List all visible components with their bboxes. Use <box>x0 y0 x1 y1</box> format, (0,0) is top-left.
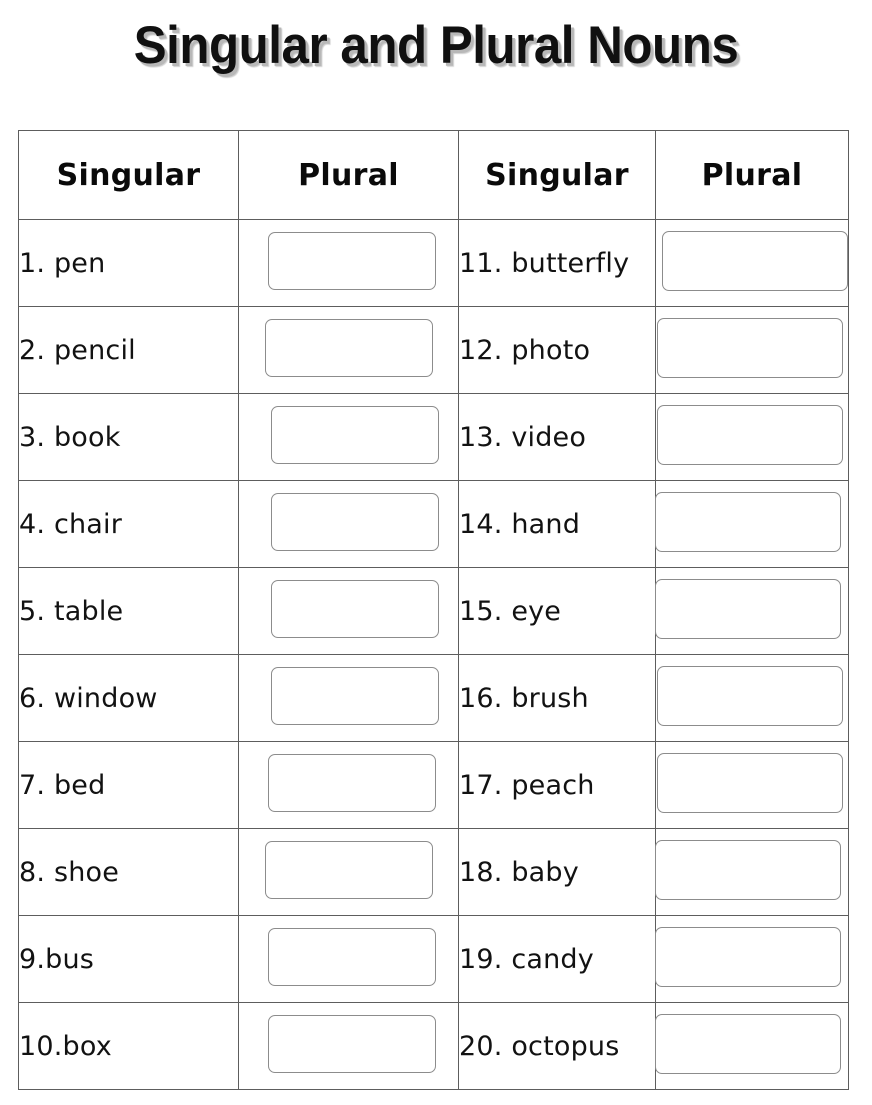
singular-word-9: 9.bus <box>18 915 239 1003</box>
singular-word-17: 17. peach <box>458 741 656 829</box>
singular-word-5: 5. table <box>18 567 239 655</box>
singular-word-16: 16. brush <box>458 654 656 742</box>
plural-answer-cell-11[interactable] <box>655 219 849 307</box>
plural-answer-box-12[interactable] <box>657 318 843 378</box>
plural-answer-cell-12[interactable] <box>655 306 849 394</box>
plural-answer-box-8[interactable] <box>264 841 433 899</box>
plural-answer-cell-2[interactable] <box>238 306 459 394</box>
table-row: 3. book 13. video <box>18 393 849 481</box>
plural-answer-cell-5[interactable] <box>238 567 459 655</box>
table-row: 8. shoe 18. baby <box>18 828 849 916</box>
singular-word-7: 7. bed <box>18 741 239 829</box>
plural-answer-cell-3[interactable] <box>238 393 459 481</box>
plural-answer-box-4[interactable] <box>270 493 439 551</box>
singular-word-6: 6. window <box>18 654 239 742</box>
column-header-plural-1: Plural <box>238 130 459 220</box>
plural-answer-box-18[interactable] <box>655 840 841 900</box>
plural-answer-box-9[interactable] <box>267 928 436 986</box>
singular-word-19: 19. candy <box>458 915 656 1003</box>
plural-answer-cell-14[interactable] <box>655 480 849 568</box>
plural-answer-box-10[interactable] <box>267 1015 436 1073</box>
table-row: 6. window 16. brush <box>18 654 849 742</box>
singular-word-20: 20. octopus <box>458 1002 656 1090</box>
column-header-plural-2: Plural <box>655 130 849 220</box>
plural-answer-cell-1[interactable] <box>238 219 459 307</box>
singular-word-11: 11. butterfly <box>458 219 656 307</box>
plural-answer-box-15[interactable] <box>655 579 841 639</box>
singular-word-14: 14. hand <box>458 480 656 568</box>
plural-answer-box-1[interactable] <box>267 232 436 290</box>
plural-answer-cell-15[interactable] <box>655 567 849 655</box>
plural-answer-box-11[interactable] <box>662 231 848 291</box>
plural-answer-cell-10[interactable] <box>238 1002 459 1090</box>
plural-answer-box-19[interactable] <box>655 927 841 987</box>
plural-answer-box-7[interactable] <box>267 754 436 812</box>
singular-word-3: 3. book <box>18 393 239 481</box>
plural-answer-box-17[interactable] <box>657 753 843 813</box>
plural-answer-cell-9[interactable] <box>238 915 459 1003</box>
singular-plural-table: Singular Plural Singular Plural 1. pen 1… <box>18 130 849 1090</box>
plural-answer-cell-17[interactable] <box>655 741 849 829</box>
singular-word-12: 12. photo <box>458 306 656 394</box>
plural-answer-box-13[interactable] <box>657 405 843 465</box>
plural-answer-box-2[interactable] <box>264 319 433 377</box>
singular-word-8: 8. shoe <box>18 828 239 916</box>
column-header-singular-1: Singular <box>18 130 239 220</box>
table-row: 7. bed 17. peach <box>18 741 849 829</box>
table-body: 1. pen 11. butterfly 2. pencil 12. photo… <box>18 219 849 1090</box>
plural-answer-cell-8[interactable] <box>238 828 459 916</box>
table-row: 1. pen 11. butterfly <box>18 219 849 307</box>
plural-answer-cell-19[interactable] <box>655 915 849 1003</box>
singular-word-4: 4. chair <box>18 480 239 568</box>
page-title: Singular and Plural Nouns <box>133 16 739 75</box>
plural-answer-cell-16[interactable] <box>655 654 849 742</box>
table-row: 2. pencil 12. photo <box>18 306 849 394</box>
singular-word-1: 1. pen <box>18 219 239 307</box>
plural-answer-box-14[interactable] <box>655 492 841 552</box>
table-header-row: Singular Plural Singular Plural <box>18 130 849 220</box>
plural-answer-box-6[interactable] <box>270 667 439 725</box>
table-row: 5. table 15. eye <box>18 567 849 655</box>
plural-answer-box-5[interactable] <box>270 580 439 638</box>
plural-answer-cell-18[interactable] <box>655 828 849 916</box>
plural-answer-cell-6[interactable] <box>238 654 459 742</box>
plural-answer-box-20[interactable] <box>655 1014 841 1074</box>
table-row: 9.bus 19. candy <box>18 915 849 1003</box>
plural-answer-cell-4[interactable] <box>238 480 459 568</box>
plural-answer-cell-7[interactable] <box>238 741 459 829</box>
plural-answer-cell-20[interactable] <box>655 1002 849 1090</box>
plural-answer-cell-13[interactable] <box>655 393 849 481</box>
singular-word-2: 2. pencil <box>18 306 239 394</box>
table-row: 4. chair 14. hand <box>18 480 849 568</box>
singular-word-13: 13. video <box>458 393 656 481</box>
singular-word-15: 15. eye <box>458 567 656 655</box>
column-header-singular-2: Singular <box>458 130 656 220</box>
singular-word-10: 10.box <box>18 1002 239 1090</box>
plural-answer-box-16[interactable] <box>657 666 843 726</box>
plural-answer-box-3[interactable] <box>270 406 439 464</box>
table-row: 10.box 20. octopus <box>18 1002 849 1090</box>
singular-word-18: 18. baby <box>458 828 656 916</box>
